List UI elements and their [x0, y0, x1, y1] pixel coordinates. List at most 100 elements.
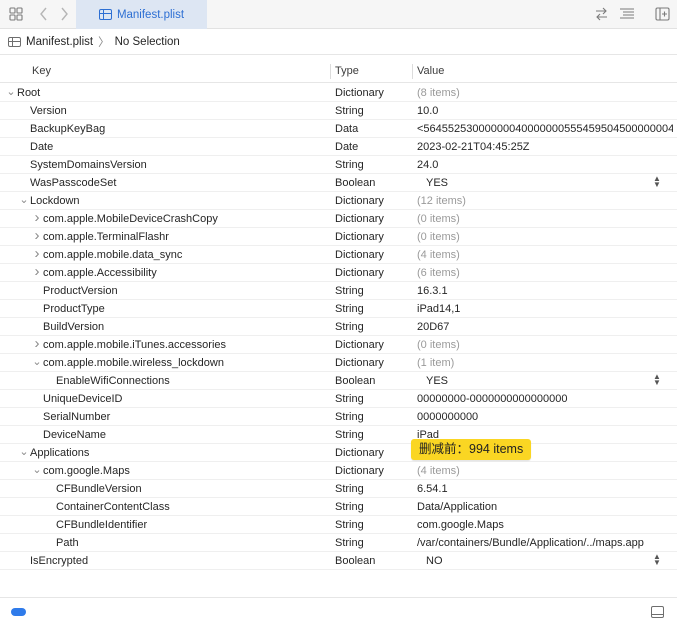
row-type[interactable]: String — [335, 429, 364, 441]
table-row[interactable]: › com.apple.mobile.data_sync Dictionary (4 … — [0, 245, 677, 264]
breadcrumb-file[interactable]: Manifest.plist — [26, 36, 93, 48]
row-key[interactable]: ProductVersion — [43, 285, 118, 297]
row-key[interactable]: ProductType — [43, 303, 105, 315]
row-key[interactable]: CFBundleVersion — [56, 483, 142, 495]
row-type[interactable]: Dictionary — [335, 357, 384, 369]
row-type[interactable]: Boolean — [335, 555, 375, 567]
row-type[interactable]: String — [335, 105, 364, 117]
table-row[interactable]: BuildVersion String 20D67 — [0, 318, 677, 336]
column-key[interactable]: Key — [32, 65, 51, 77]
row-key[interactable]: EnableWifiConnections — [56, 375, 170, 387]
row-type[interactable]: Dictionary — [335, 231, 384, 243]
column-type[interactable]: Type — [335, 65, 359, 77]
row-key[interactable]: BuildVersion — [43, 321, 104, 333]
row-value[interactable]: Data/Application — [417, 501, 673, 513]
chevron-down-icon[interactable]: ⌄ — [19, 445, 29, 459]
table-row[interactable]: › com.apple.MobileDeviceCrashCopy Dictiona… — [0, 209, 677, 228]
row-type[interactable]: Date — [335, 141, 358, 153]
row-type[interactable]: String — [335, 483, 364, 495]
row-type[interactable]: Dictionary — [335, 339, 384, 351]
table-row[interactable]: Version String 10.0 — [0, 102, 677, 120]
grid-icon[interactable] — [8, 6, 24, 22]
row-key[interactable]: com.apple.TerminalFlashr — [43, 231, 169, 243]
row-value[interactable]: (1 item) — [417, 357, 673, 369]
row-type[interactable]: String — [335, 393, 364, 405]
table-row[interactable]: CFBundleIdentifier String com.google.Maps — [0, 516, 677, 534]
row-type[interactable]: String — [335, 537, 364, 549]
tab-manifest[interactable]: Manifest.plist — [76, 0, 207, 29]
row-key[interactable]: CFBundleIdentifier — [56, 519, 147, 531]
row-key[interactable]: WasPasscodeSet — [30, 177, 116, 189]
table-row[interactable]: ⌄ com.apple.mobile.wireless_lockdown Dicti… — [0, 354, 677, 372]
breadcrumb-selection[interactable]: No Selection — [115, 36, 180, 48]
row-value[interactable]: 20D67 — [417, 321, 673, 333]
swap-icon[interactable] — [593, 6, 609, 22]
row-value[interactable]: 0000000000 — [417, 411, 673, 423]
table-row[interactable]: UniqueDeviceID String 00000000-00000000000… — [0, 390, 677, 408]
row-type[interactable]: String — [335, 501, 364, 513]
row-type[interactable]: Dictionary — [335, 465, 384, 477]
boolean-select[interactable]: YES — [426, 375, 677, 387]
row-value[interactable]: 00000000-0000000000000000 — [417, 393, 673, 405]
table-row[interactable]: IsEncrypted Boolean NO ▲ ▼ — [0, 552, 677, 570]
row-type[interactable]: Dictionary — [335, 195, 384, 207]
row-key[interactable]: ContainerContentClass — [56, 501, 170, 513]
row-type[interactable]: Boolean — [335, 375, 375, 387]
chevron-right-icon[interactable]: › — [32, 227, 42, 244]
row-type[interactable]: String — [335, 285, 364, 297]
lines-icon[interactable] — [619, 6, 635, 22]
status-indicator[interactable] — [11, 608, 26, 616]
row-type[interactable]: String — [335, 321, 364, 333]
back-icon[interactable] — [36, 6, 52, 22]
column-value[interactable]: Value — [417, 65, 444, 77]
row-key[interactable]: Path — [56, 537, 79, 549]
row-type[interactable]: String — [335, 411, 364, 423]
table-row[interactable]: › com.apple.TerminalFlashr Dictionary (0 it… — [0, 227, 677, 246]
row-type[interactable]: Dictionary — [335, 267, 384, 279]
row-value[interactable]: (6 items) — [417, 267, 673, 279]
row-type[interactable]: String — [335, 159, 364, 171]
row-type[interactable]: Dictionary — [335, 249, 384, 261]
row-value[interactable]: (0 items) — [417, 339, 673, 351]
table-row[interactable]: Path String/var/containers/Bundle/Applica… — [0, 534, 677, 552]
row-value[interactable]: (8 items) — [417, 87, 673, 99]
row-key[interactable]: com.apple.MobileDeviceCrashCopy — [43, 213, 218, 225]
row-key[interactable]: Lockdown — [30, 195, 80, 207]
chevron-right-icon[interactable]: › — [32, 335, 42, 352]
table-row[interactable]: ⌄ Root Dictionary (8 items) — [0, 84, 677, 102]
chevron-right-icon[interactable]: › — [32, 245, 42, 262]
row-value[interactable]: <564552530000000400000005554595045000000… — [417, 123, 673, 135]
chevron-right-icon[interactable]: › — [32, 263, 42, 280]
forward-icon[interactable] — [56, 6, 72, 22]
row-key[interactable]: Root — [17, 87, 40, 99]
row-key[interactable]: Date — [30, 141, 53, 153]
table-row[interactable]: ProductVersion String 16.3.1 — [0, 282, 677, 300]
table-row[interactable]: ⌄ com.google.Maps Dictionary (4 items) — [0, 462, 677, 480]
table-row[interactable]: Date Date 2023-02-21T04:45:25Z — [0, 138, 677, 156]
row-key[interactable]: SystemDomainsVersion — [30, 159, 147, 171]
bottom-panel-icon[interactable] — [651, 606, 664, 618]
chevron-updown-icon[interactable]: ▲ ▼ — [652, 175, 662, 189]
row-value[interactable]: 2023-02-21T04:45:25Z — [417, 141, 673, 153]
table-row[interactable]: › com.apple.Accessibility Dictionary (6 ite… — [0, 263, 677, 282]
row-value[interactable]: 10.0 — [417, 105, 673, 117]
chevron-down-icon[interactable]: ⌄ — [6, 85, 16, 99]
row-value[interactable]: com.google.Maps — [417, 519, 673, 531]
row-value[interactable]: (4 items) — [417, 249, 673, 261]
row-value[interactable]: /var/containers/Bundle/Application/../ma… — [417, 537, 673, 549]
row-value[interactable]: 24.0 — [417, 159, 673, 171]
row-key[interactable]: Version — [30, 105, 67, 117]
boolean-select[interactable]: YES — [426, 177, 677, 189]
row-key[interactable]: Applications — [30, 447, 89, 459]
table-row[interactable]: ⌄ Lockdown Dictionary (12 items) — [0, 192, 677, 210]
table-row[interactable]: WasPasscodeSet Boolean YES ▲ ▼ — [0, 174, 677, 192]
table-row[interactable]: SerialNumber String 0000000000 — [0, 408, 677, 426]
table-row[interactable]: SystemDomainsVersion String 24.0 — [0, 156, 677, 174]
row-key[interactable]: com.apple.mobile.wireless_lockdown — [43, 357, 224, 369]
row-key[interactable]: DeviceName — [43, 429, 106, 441]
row-key[interactable]: SerialNumber — [43, 411, 110, 423]
chevron-down-icon[interactable]: ⌄ — [32, 463, 42, 477]
row-key[interactable]: com.apple.mobile.data_sync — [43, 249, 182, 261]
row-type[interactable]: Dictionary — [335, 87, 384, 99]
table-row[interactable]: ProductType String iPad14,1 — [0, 300, 677, 318]
